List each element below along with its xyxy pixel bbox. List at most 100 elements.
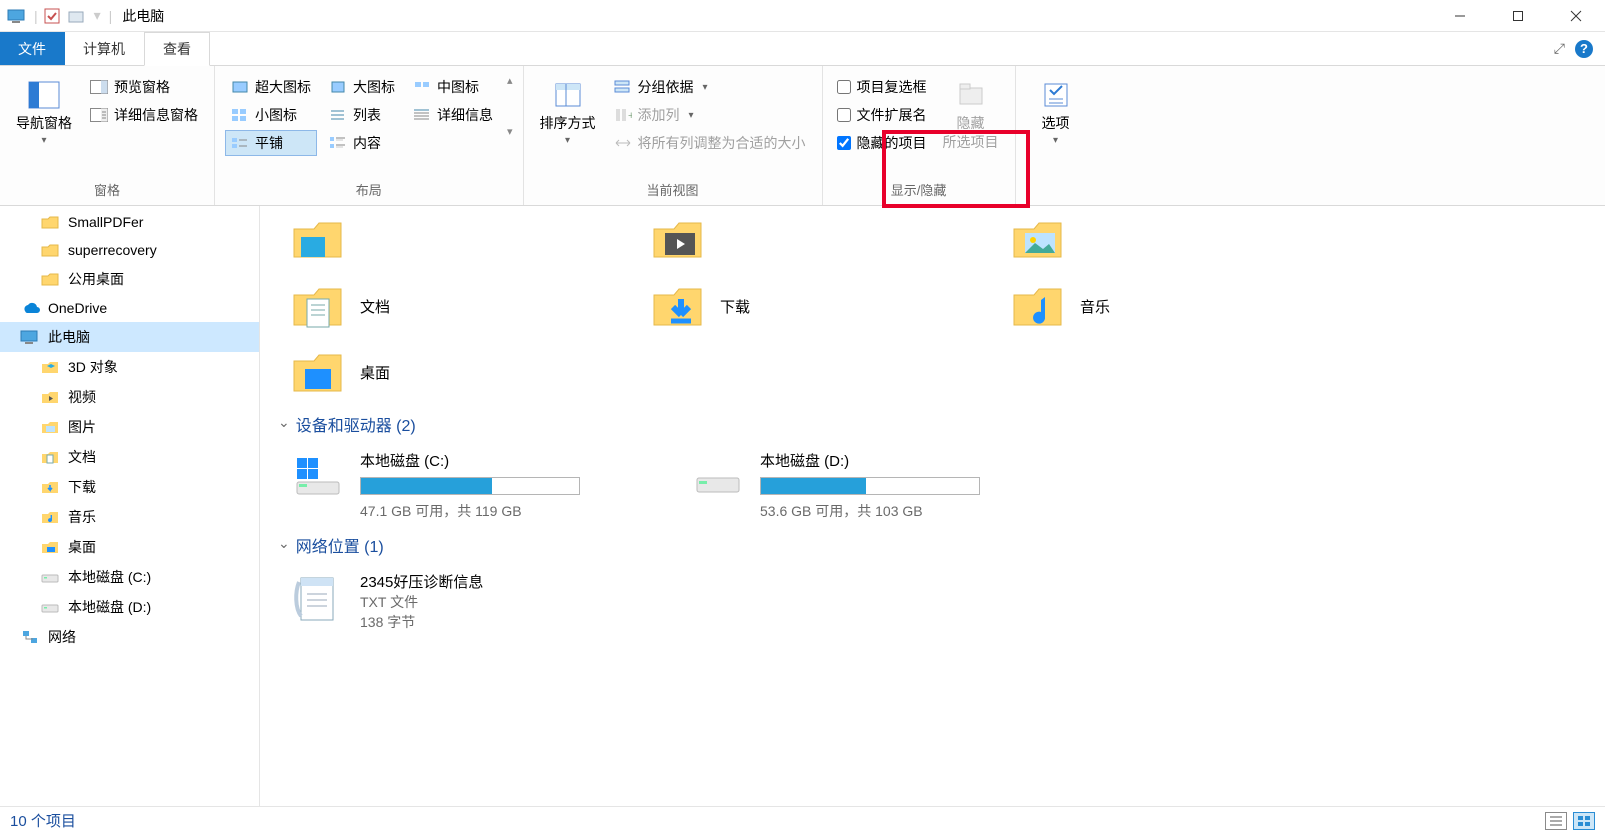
section-network-label: 网络位置 (1) [296,533,384,557]
separator: ▾ [94,7,101,24]
drive-d[interactable]: 本地磁盘 (D:) 53.6 GB 可用，共 103 GB [690,450,1030,521]
qa-folder-icon[interactable] [66,6,86,26]
details-button[interactable]: 详细信息 [407,102,499,128]
group-by-button[interactable]: 分组依据 [608,74,812,100]
drive-free-text: 53.6 GB 可用，共 103 GB [760,501,1030,521]
minimize-button[interactable] [1431,0,1489,32]
tab-file[interactable]: 文件 [0,32,65,65]
sidebar-item[interactable]: 此电脑 [0,322,259,352]
details-label: 详细信息 [437,105,493,125]
sidebar-item[interactable]: superrecovery [0,236,259,264]
folder-item[interactable] [290,212,590,268]
sidebar-item[interactable]: OneDrive [0,294,259,322]
large-icons-icon [329,78,347,96]
sidebar-item[interactable]: 本地磁盘 (D:) [0,592,259,622]
size-columns-button[interactable]: 将所有列调整为合适的大小 [608,130,812,156]
sidebar-item[interactable]: 视频 [0,382,259,412]
network-item-size: 138 字节 [360,612,483,632]
layout-scroll-down-icon[interactable]: ▾ [507,125,513,138]
disk-icon [40,568,60,586]
details-pane-button[interactable]: 详细信息窗格 [84,102,204,128]
sidebar-item[interactable]: 公用桌面 [0,264,259,294]
sort-by-button[interactable]: 排序方式 ▾ [534,74,602,150]
item-checkboxes-toggle[interactable]: 项目复选框 [833,74,931,100]
sidebar-item[interactable]: 音乐 [0,502,259,532]
section-devices-header[interactable]: 设备和驱动器 (2) [278,412,1585,436]
medium-icons-label: 中图标 [437,77,479,97]
folder-item[interactable] [650,212,950,268]
drive-free-text: 47.1 GB 可用，共 119 GB [360,501,630,521]
tiles-icon [231,134,249,152]
ribbon-group-showhide: 项目复选框 文件扩展名 隐藏的项目 隐藏 所选项目 显示/隐藏 [823,66,1016,205]
sidebar-item[interactable]: 下载 [0,472,259,502]
content-button[interactable]: 内容 [323,130,401,156]
folder-downloads[interactable]: 下载 [650,278,950,334]
hidden-items-toggle[interactable]: 隐藏的项目 [833,130,931,156]
file-extensions-toggle[interactable]: 文件扩展名 [833,102,931,128]
sidebar-item[interactable]: 网络 [0,622,259,652]
close-button[interactable] [1547,0,1605,32]
folder-desktop[interactable]: 桌面 [290,344,590,400]
sidebar-item[interactable]: 文档 [0,442,259,472]
layout-scroll-up-icon[interactable]: ▴ [507,74,513,87]
drive-name: 本地磁盘 (C:) [360,450,630,471]
tiles-button[interactable]: 平铺 [225,130,317,156]
folder-documents[interactable]: 文档 [290,278,590,334]
preview-pane-button[interactable]: 预览窗格 [84,74,204,100]
network-item-type: TXT 文件 [360,592,483,612]
add-columns-button[interactable]: +添加列 [608,102,812,128]
maximize-button[interactable] [1489,0,1547,32]
sidebar-item-label: 音乐 [68,507,96,527]
sidebar-item[interactable]: 3D 对象 [0,352,259,382]
ribbon-group-showhide-label: 显示/隐藏 [833,178,1005,203]
medium-icons-button[interactable]: 中图标 [407,74,499,100]
drive-c[interactable]: 本地磁盘 (C:) 47.1 GB 可用，共 119 GB [290,450,630,521]
folder-item[interactable] [1010,212,1310,268]
ribbon-group-layout: 超大图标 小图标 平铺 大图标 列表 内容 中图标 详细信息 x ▴ ▾ 布局 [215,66,524,205]
ribbon-group-currentview: 排序方式 ▾ 分组依据 +添加列 将所有列调整为合适的大小 当前视图 [524,66,823,205]
large-icons-button[interactable]: 大图标 [323,74,401,100]
icons-view-toggle[interactable] [1573,812,1595,830]
group-by-icon [614,78,632,96]
preview-pane-label: 预览窗格 [114,77,170,97]
documents-folder-icon [290,278,346,334]
network-item[interactable]: 2345好压诊断信息 TXT 文件 138 字节 [290,571,1585,632]
disk-icon [40,598,60,616]
sidebar[interactable]: SmallPDFersuperrecovery公用桌面OneDrive此电脑 3D… [0,206,260,806]
status-item-count: 10 个项目 [10,810,76,831]
add-columns-label: 添加列 [638,105,680,125]
drive-usage-bar [360,477,580,495]
sidebar-item-label: 本地磁盘 (D:) [68,597,151,617]
collapse-ribbon-icon[interactable]: ⤢ [1554,40,1565,57]
sidebar-item[interactable]: 桌面 [0,532,259,562]
content-area[interactable]: 文档 下载 音乐 桌面 设备和驱动器 (2) [260,206,1605,806]
desktop-folder-icon [290,344,346,400]
documents-icon [40,448,60,466]
sidebar-item-label: 3D 对象 [68,357,118,377]
tiles-label: 平铺 [255,133,283,153]
list-button[interactable]: 列表 [323,102,401,128]
navigation-pane-button[interactable]: 导航窗格 ▾ [10,74,78,150]
section-network-header[interactable]: 网络位置 (1) [278,533,1585,557]
folder3d-icon [40,358,60,376]
folder-music[interactable]: 音乐 [1010,278,1310,334]
extra-large-icons-button[interactable]: 超大图标 [225,74,317,100]
tab-view[interactable]: 查看 [144,32,210,66]
small-icons-button[interactable]: 小图标 [225,102,317,128]
qa-checkbox-icon[interactable] [42,6,62,26]
sidebar-item[interactable]: 图片 [0,412,259,442]
details-view-toggle[interactable] [1545,812,1567,830]
hide-selected-button[interactable]: 隐藏 所选项目 [937,74,1005,155]
folder-icon [40,241,60,259]
folder-icon [40,270,60,288]
sidebar-item-label: 下载 [68,477,96,497]
tab-computer[interactable]: 计算机 [65,32,144,65]
thispc-icon [6,6,26,26]
ribbon-group-layout-label: 布局 [225,178,513,203]
sidebar-item-label: 网络 [48,627,76,647]
sidebar-item[interactable]: SmallPDFer [0,208,259,236]
sidebar-item[interactable]: 本地磁盘 (C:) [0,562,259,592]
options-button[interactable]: 选项 ▾ [1026,74,1086,150]
help-icon[interactable]: ? [1575,40,1593,58]
details-pane-icon [90,106,108,124]
